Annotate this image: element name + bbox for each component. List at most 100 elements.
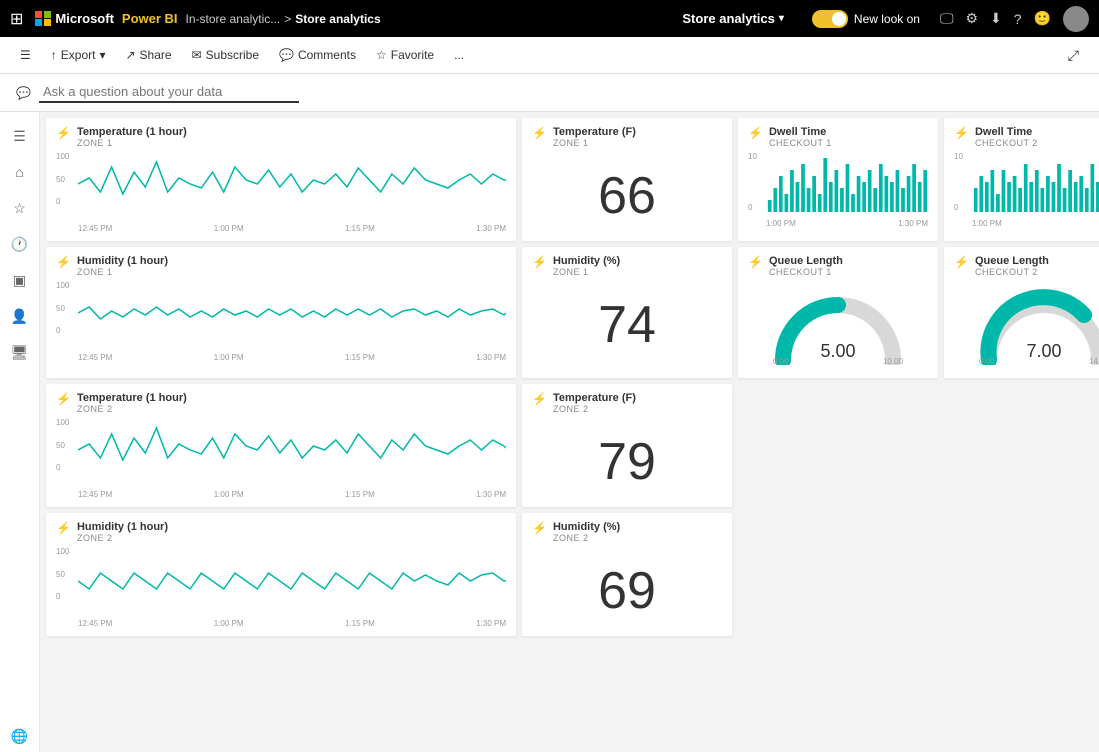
card-title-dwell1: Dwell Time <box>769 126 832 138</box>
lightning-icon-dwell2: ⚡ <box>954 126 969 140</box>
pbi-label: Power BI <box>122 11 178 26</box>
card-title-humid2: Humidity (1 hour) <box>77 521 168 533</box>
big-number-humid2pct: 69 <box>532 547 722 625</box>
breadcrumb-separator: > <box>284 12 291 26</box>
card-title-temp1: Temperature (1 hour) <box>77 126 187 138</box>
y-labels-humid1: 100500 <box>56 281 69 335</box>
sidebar-item-favorites[interactable]: ☆ <box>4 192 36 224</box>
settings-icon[interactable]: ⚙ <box>965 10 978 27</box>
fullscreen-button[interactable]: ⤢ <box>1060 43 1087 68</box>
comments-icon: 💬 <box>279 48 294 62</box>
card-subtitle-humid2: ZONE 2 <box>77 533 168 543</box>
qa-input[interactable] <box>39 82 299 103</box>
card-header-queue2: ⚡ Queue Length CHECKOUT 2 <box>954 255 1099 277</box>
y-labels-temp1: 100500 <box>56 152 69 206</box>
share-button[interactable]: ↗ Share <box>117 44 179 66</box>
card-header-humid2: ⚡ Humidity (1 hour) ZONE 2 <box>56 521 506 543</box>
big-number-humid1pct: 74 <box>532 281 722 359</box>
x-labels-dwell1: 1:00 PM1:30 PM <box>766 219 928 228</box>
big-number-temp2f: 79 <box>532 418 722 496</box>
app-launcher-icon[interactable]: ⊞ <box>10 9 23 29</box>
y-labels-temp2: 100500 <box>56 418 69 472</box>
sidebar-item-menu[interactable]: ☰ <box>4 120 36 152</box>
card-title-humid2pct: Humidity (%) <box>553 521 620 533</box>
card-title-queue1: Queue Length <box>769 255 843 267</box>
card-header-humid1pct: ⚡ Humidity (%) ZONE 1 <box>532 255 722 277</box>
gauge-svg-queue2: 7.00 <box>974 285 1099 365</box>
download-icon[interactable]: ⬇ <box>990 10 1002 27</box>
gauge-svg-queue1: 5.00 <box>768 285 908 365</box>
x-labels-humid2: 12:45 PM1:00 PM1:15 PM1:30 PM <box>56 619 506 628</box>
feedback-icon[interactable]: 🙂 <box>1034 10 1051 27</box>
sidebar-item-home[interactable]: ⌂ <box>4 156 36 188</box>
sidebar-item-workspaces[interactable]: 🖥 <box>4 336 36 368</box>
lightning-icon-humid1: ⚡ <box>56 255 71 269</box>
lightning-icon-humid2pct: ⚡ <box>532 521 547 535</box>
more-button[interactable]: ... <box>446 44 472 66</box>
card-subtitle-queue2: CHECKOUT 2 <box>975 267 1049 277</box>
card-humid2pct: ⚡ Humidity (%) ZONE 2 69 <box>522 513 732 636</box>
breadcrumb-parent[interactable]: In-store analytic... <box>186 12 281 26</box>
gauge-labels-queue1: 0.00 10.00 <box>773 357 903 366</box>
toolbar: ☰ ↑ Export ▾ ↗ Share ✉ Subscribe 💬 Comme… <box>0 37 1099 74</box>
bar-chart-dwell1 <box>766 152 928 212</box>
chart-dwell2: 100 <box>954 152 1099 228</box>
ms-label: Microsoft <box>55 11 114 26</box>
export-button[interactable]: ↑ Export ▾ <box>43 44 114 66</box>
new-look-label: New look on <box>854 12 920 26</box>
title-chevron-icon[interactable]: ▾ <box>779 13 784 24</box>
lightning-icon-temp1f: ⚡ <box>532 126 547 140</box>
help-icon[interactable]: ? <box>1014 11 1022 27</box>
card-title-humid1: Humidity (1 hour) <box>77 255 168 267</box>
card-header-humid2pct: ⚡ Humidity (%) ZONE 2 <box>532 521 722 543</box>
favorite-button[interactable]: ☆ Favorite <box>368 44 442 66</box>
export-chevron: ▾ <box>99 48 105 62</box>
card-subtitle-dwell1: CHECKOUT 1 <box>769 138 832 148</box>
queue1-max: 10.00 <box>883 357 903 366</box>
sidebar-item-recent[interactable]: 🕐 <box>4 228 36 260</box>
queue2-max: 14.00 <box>1089 357 1099 366</box>
card-temp2: ⚡ Temperature (1 hour) ZONE 2 100500 12 <box>46 384 516 507</box>
sidebar-item-learn[interactable]: 🌐 <box>4 720 36 752</box>
card-humid2: ⚡ Humidity (1 hour) ZONE 2 100500 12:45 <box>46 513 516 636</box>
monitor-icon[interactable]: 🖵 <box>940 10 954 27</box>
card-header-dwell1: ⚡ Dwell Time CHECKOUT 1 <box>748 126 928 148</box>
dashboard-grid: ⚡ Temperature (1 hour) ZONE 1 100500 12 <box>46 118 1093 636</box>
card-subtitle-temp1: ZONE 1 <box>77 138 187 148</box>
card-dwell1: ⚡ Dwell Time CHECKOUT 1 100 <box>738 118 938 241</box>
x-labels-temp2: 12:45 PM1:00 PM1:15 PM1:30 PM <box>56 490 506 499</box>
export-icon: ↑ <box>51 48 57 62</box>
card-dwell2: ⚡ Dwell Time CHECKOUT 2 100 <box>944 118 1099 241</box>
lightning-icon-temp2: ⚡ <box>56 392 71 406</box>
card-title-dwell2: Dwell Time <box>975 126 1038 138</box>
gauge-area-queue1: 5.00 0.00 10.00 <box>748 281 928 370</box>
subscribe-label: Subscribe <box>206 48 259 62</box>
qa-bar: 💬 <box>0 74 1099 112</box>
sidebar-item-people[interactable]: 👤 <box>4 300 36 332</box>
card-title-temp2: Temperature (1 hour) <box>77 392 187 404</box>
avatar[interactable] <box>1063 6 1089 32</box>
card-title-humid1pct: Humidity (%) <box>553 255 620 267</box>
card-temp2f: ⚡ Temperature (F) ZONE 2 79 <box>522 384 732 507</box>
card-title-queue2: Queue Length <box>975 255 1049 267</box>
sidebar-item-apps[interactable]: ▣ <box>4 264 36 296</box>
big-number-temp1f: 66 <box>532 152 722 230</box>
expand-sidebar-button[interactable]: ☰ <box>12 44 39 66</box>
chart-humid2: 100500 <box>56 547 506 617</box>
comments-button[interactable]: 💬 Comments <box>271 44 364 66</box>
share-label: Share <box>140 48 172 62</box>
line-chart-humid2 <box>78 547 506 612</box>
lightning-icon-temp1: ⚡ <box>56 126 71 140</box>
lightning-icon-temp2f: ⚡ <box>532 392 547 406</box>
card-subtitle-humid2pct: ZONE 2 <box>553 533 620 543</box>
subscribe-button[interactable]: ✉ Subscribe <box>184 44 267 66</box>
breadcrumb-current: Store analytics <box>295 12 380 26</box>
lightning-icon-dwell1: ⚡ <box>748 126 763 140</box>
card-header-temp1f: ⚡ Temperature (F) ZONE 1 <box>532 126 722 148</box>
report-title-area: Store analytics ▾ <box>682 11 784 26</box>
empty-row4 <box>738 513 1099 636</box>
card-subtitle-temp2f: ZONE 2 <box>553 404 636 414</box>
new-look-toggle[interactable] <box>812 10 848 28</box>
export-label: Export <box>61 48 96 62</box>
sidebar: ☰ ⌂ ☆ 🕐 ▣ 👤 🖥 🌐 <box>0 112 40 752</box>
